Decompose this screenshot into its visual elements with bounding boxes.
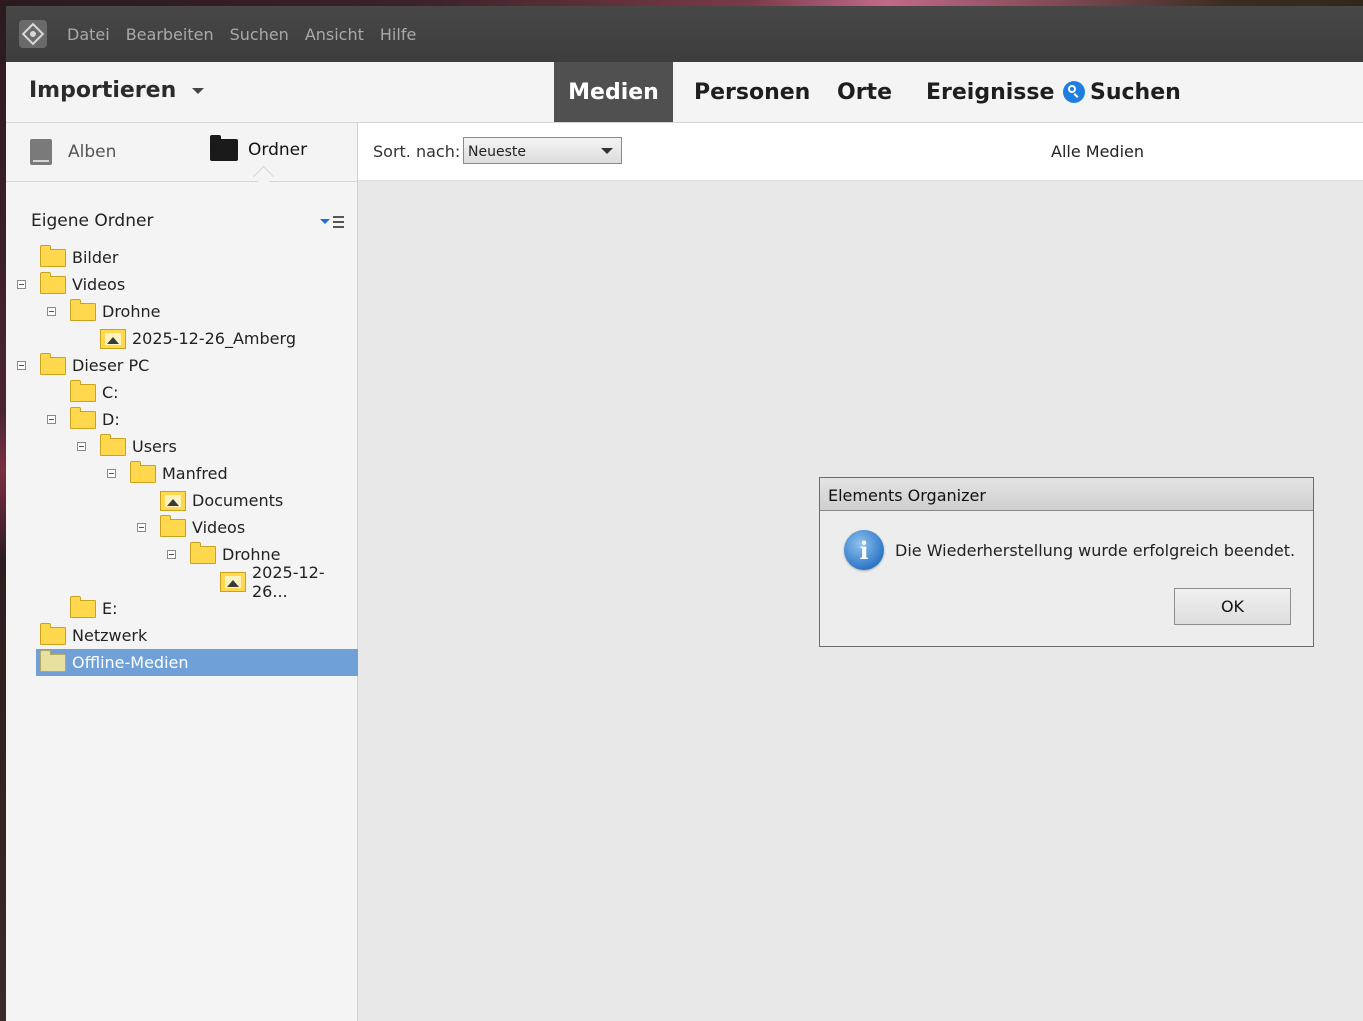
folder-icon (40, 649, 66, 672)
folder-icon (130, 460, 156, 483)
sidebar-tab-label: Ordner (248, 140, 308, 160)
active-tab-pointer (252, 165, 275, 188)
tree-item[interactable]: C: (70, 379, 119, 406)
folder-icon (40, 352, 66, 375)
tree-item-label: Drohne (102, 302, 161, 321)
dialog-message: Die Wiederherstellung wurde erfolgreich … (895, 541, 1296, 560)
tree-item-label: Drohne (222, 545, 281, 564)
tab-label: Ereignisse (926, 79, 1055, 105)
tree-item[interactable]: Videos (137, 514, 246, 541)
tree-item-label: Users (132, 437, 177, 456)
menu-datei[interactable]: Datei (67, 25, 110, 44)
folder-icon (40, 244, 66, 267)
tree-item-label: Videos (72, 275, 126, 294)
tree-item-label: Bilder (72, 248, 119, 267)
search-icon (1063, 81, 1085, 103)
collapse-icon[interactable] (167, 550, 176, 559)
folder-icon (160, 514, 186, 537)
collapse-icon[interactable] (107, 469, 116, 478)
folder-icon (100, 433, 126, 456)
tree-item[interactable]: 2025-12-26_Amberg (100, 325, 296, 352)
sidebar-tab-ordner[interactable]: Ordner (210, 135, 308, 161)
tree-item-label: Manfred (162, 464, 228, 483)
tab-suchen[interactable]: Suchen (1063, 62, 1181, 122)
dialog-title: Elements Organizer (820, 478, 1313, 511)
sidebar-tab-label: Alben (68, 142, 117, 162)
folder-icon (70, 379, 96, 402)
tree-options-icon[interactable] (320, 213, 346, 231)
tree-item-label: D: (102, 410, 120, 429)
tree-item[interactable]: Netzwerk (40, 622, 147, 649)
tree-item[interactable]: Videos (17, 271, 126, 298)
tree-item-label: E: (102, 599, 118, 618)
folder-icon (210, 135, 238, 161)
tree-item[interactable]: 2025-12-26... (220, 563, 357, 601)
tree-item-label: 2025-12-26_Amberg (132, 329, 296, 348)
message-dialog: Elements Organizer i Die Wiederherstellu… (819, 477, 1314, 647)
tree-item-label: Offline-Medien (72, 653, 189, 672)
sort-value: Neueste (468, 144, 526, 160)
folder-icon (40, 622, 66, 645)
tree-item[interactable]: Bilder (40, 244, 118, 271)
content-toolbar: Sort. nach: Neueste Alle Medien (358, 123, 1363, 181)
tree-item[interactable]: Offline-Medien (36, 649, 361, 676)
tab-label: Medien (568, 79, 659, 105)
folder-icon (70, 298, 96, 321)
menu-hilfe[interactable]: Hilfe (380, 25, 416, 44)
tab-label: Personen (694, 79, 811, 105)
sidebar-tabs: Alben Ordner (6, 123, 357, 188)
tree-item[interactable]: Drohne (47, 298, 161, 325)
menu-bar: Datei Bearbeiten Suchen Ansicht Hilfe (6, 6, 1363, 62)
album-icon (30, 139, 52, 165)
tree-item[interactable]: Manfred (107, 460, 228, 487)
menu-ansicht[interactable]: Ansicht (305, 25, 364, 44)
top-navigation: Importieren Medien Personen Orte Ereigni… (6, 62, 1363, 123)
section-title: Eigene Ordner (31, 211, 154, 231)
sidebar: Alben Ordner Eigene Ordner Bilder Videos D… (6, 123, 361, 1021)
tree-item[interactable]: Users (77, 433, 177, 460)
ok-button-label: OK (1220, 597, 1245, 616)
sort-select[interactable]: Neueste (463, 137, 622, 164)
tab-medien[interactable]: Medien (554, 62, 673, 122)
chevron-down-icon (601, 148, 613, 154)
image-folder-icon (220, 571, 246, 592)
tree-item[interactable]: Documents (160, 487, 283, 514)
tree-item[interactable]: E: (70, 595, 118, 622)
import-dropdown-icon[interactable] (192, 88, 204, 94)
collapse-icon[interactable] (77, 442, 86, 451)
menu-suchen[interactable]: Suchen (230, 25, 289, 44)
tree-item-label: Netzwerk (72, 626, 148, 645)
app-logo-icon[interactable] (19, 20, 47, 48)
tab-orte[interactable]: Orte (837, 62, 892, 122)
folder-icon (70, 595, 96, 618)
tab-label: Suchen (1090, 79, 1181, 105)
tree-item-label: C: (102, 383, 119, 402)
info-icon: i (844, 530, 884, 570)
folder-icon (70, 406, 96, 429)
tree-item[interactable]: Dieser PC (17, 352, 150, 379)
tree-item-label: Documents (192, 491, 284, 510)
tree-item-label: 2025-12-26... (252, 562, 325, 601)
import-button[interactable]: Importieren (29, 78, 176, 103)
tab-personen[interactable]: Personen (694, 62, 810, 122)
image-folder-icon (100, 328, 126, 349)
image-folder-icon (160, 490, 186, 511)
collapse-icon[interactable] (17, 280, 26, 289)
tab-label: Orte (837, 79, 892, 105)
collapse-icon[interactable] (47, 307, 56, 316)
menu-bearbeiten[interactable]: Bearbeiten (126, 25, 214, 44)
ok-button[interactable]: OK (1174, 588, 1291, 625)
sidebar-tab-alben[interactable]: Alben (30, 139, 116, 165)
sort-label: Sort. nach: (373, 142, 461, 161)
folder-icon (40, 271, 66, 294)
tab-ereignisse[interactable]: Ereignisse (926, 62, 1054, 122)
collapse-icon[interactable] (137, 523, 146, 532)
media-filter-label: Alle Medien (1051, 142, 1144, 161)
tree-item[interactable]: D: (47, 406, 120, 433)
folder-icon (190, 541, 216, 564)
tree-item-label: Dieser PC (72, 356, 150, 375)
tree-item-label: Videos (192, 518, 246, 537)
collapse-icon[interactable] (47, 415, 56, 424)
collapse-icon[interactable] (17, 361, 26, 370)
